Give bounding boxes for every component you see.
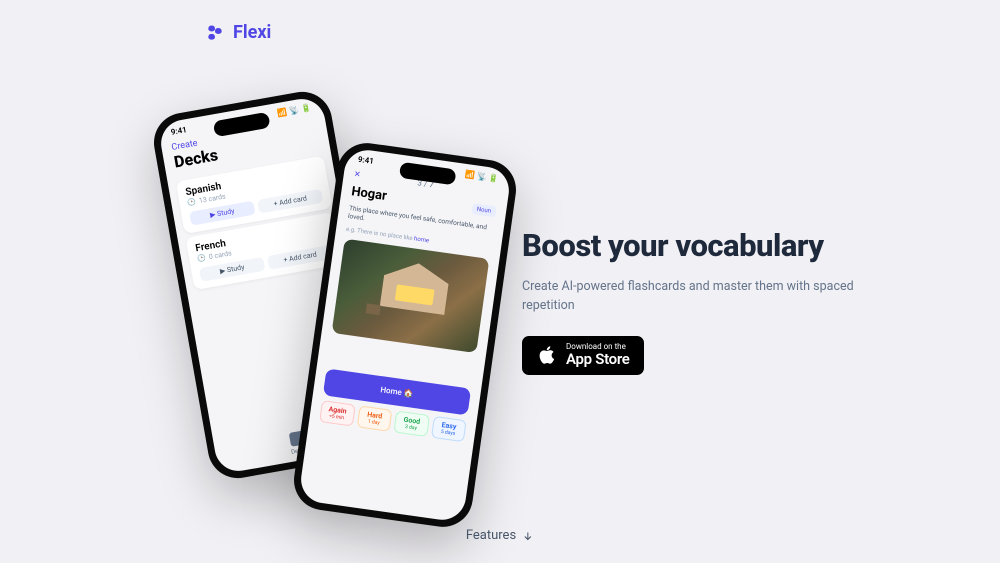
diff-good: Good 3 day [393,410,429,436]
diff-easy: Easy 5 days [430,416,466,442]
hero-title: Boost your vocabulary [522,227,872,264]
diff-hard: Hard 1 day [356,405,392,431]
logo-text[interactable]: Flexi [233,22,271,43]
card-image [332,239,490,353]
pos-badge: Noun [471,203,497,217]
features-link[interactable]: Features [466,528,534,543]
phone-mockups: 9:41 📶 📡 🔋 Create Decks Spanish 🕒13 card… [170,90,510,510]
logo-icon [205,23,225,43]
arrow-down-icon [522,530,534,542]
back-icon: ✕ [353,169,361,179]
apple-icon [536,344,558,366]
hero: Boost your vocabulary Create AI-powered … [522,227,872,375]
hero-subtitle: Create AI-powered flashcards and master … [522,278,872,316]
status-time: 9:41 [170,125,187,137]
app-store-big-text: App Store [566,351,630,368]
diff-again: Again <5 min [319,400,355,426]
app-store-button[interactable]: Download on the App Store [522,336,644,375]
site-header: Flexi [205,22,271,43]
